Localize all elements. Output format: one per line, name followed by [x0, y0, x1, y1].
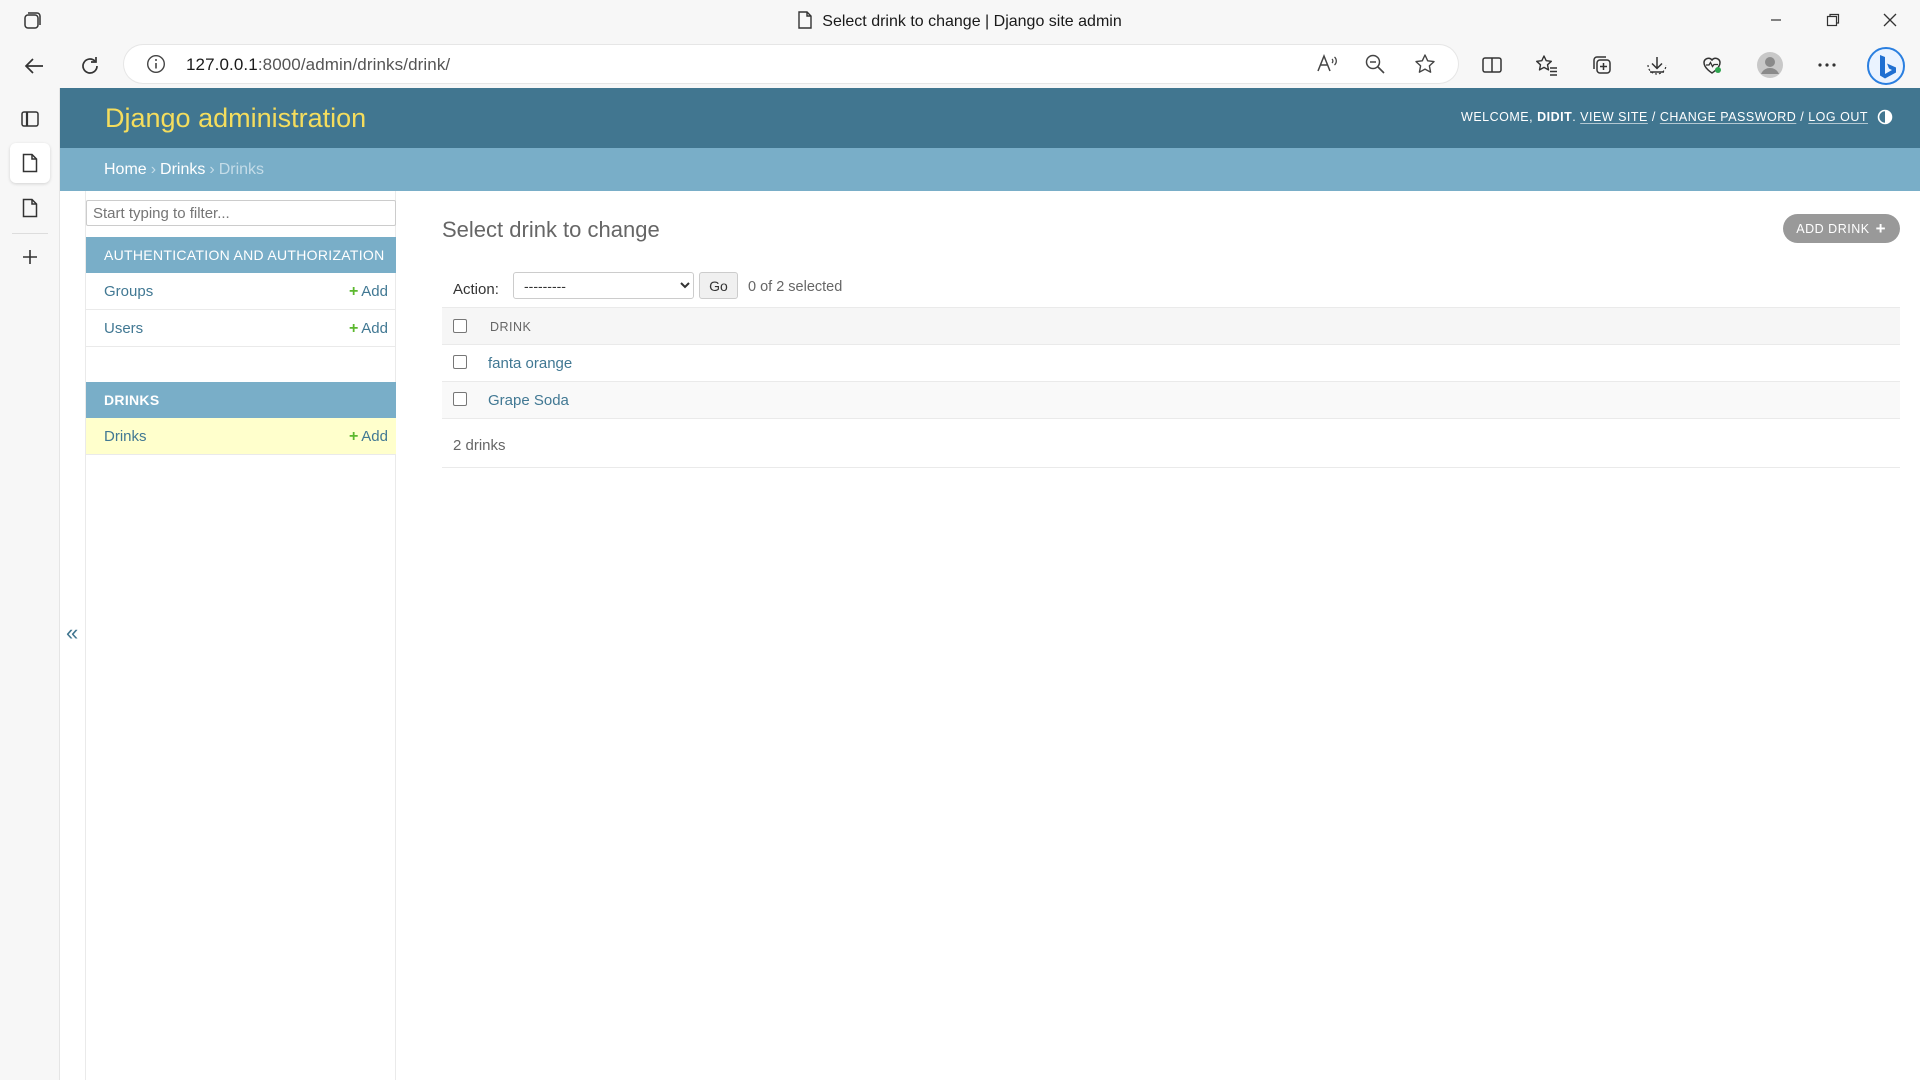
plus-icon: + [348, 320, 359, 337]
separator: / [1800, 110, 1805, 124]
actions-bar: Action: --------- Go 0 of 2 selected [442, 269, 1900, 307]
drinks-link[interactable]: Drinks [104, 428, 147, 445]
action-select[interactable]: --------- [513, 272, 694, 299]
breadcrumb-current: Drinks [218, 161, 265, 178]
row-checkbox[interactable] [453, 392, 467, 406]
sidebar-item-users: Users + Add [86, 310, 396, 347]
table-header-row: DRINK [442, 307, 1900, 345]
restore-button[interactable] [1810, 6, 1856, 34]
bing-copilot-icon[interactable] [1866, 46, 1906, 86]
add-label: Add [361, 283, 388, 300]
profile-avatar[interactable] [1756, 51, 1784, 79]
plus-icon: + [348, 428, 359, 445]
table-row: fanta orange [442, 345, 1900, 382]
table-row: Grape Soda [442, 382, 1900, 419]
page-title: Select drink to change [442, 217, 660, 242]
minimize-button[interactable] [1753, 6, 1799, 34]
result-count: 2 drinks [453, 437, 506, 454]
page-doc-icon [798, 11, 812, 34]
add-groups-link[interactable]: + Add [349, 283, 388, 301]
module-caption-auth[interactable]: AUTHENTICATION AND AUTHORIZATION [86, 237, 396, 273]
user-tools: WELCOME, DIDIT. VIEW SITE / CHANGE PASSW… [1461, 110, 1868, 124]
add-drinks-link[interactable]: + Add [349, 428, 388, 446]
drink-link[interactable]: fanta orange [488, 355, 572, 372]
add-users-link[interactable]: + Add [349, 320, 388, 338]
vertical-tab-active[interactable] [10, 143, 50, 183]
zoom-out-icon[interactable] [1364, 53, 1386, 75]
browser-titlebar: Select drink to change | Django site adm… [0, 0, 1920, 41]
breadcrumb-home[interactable]: Home [104, 161, 147, 178]
drink-link[interactable]: Grape Soda [488, 392, 569, 409]
log-out-link[interactable]: LOG OUT [1808, 110, 1868, 124]
change-password-link[interactable]: CHANGE PASSWORD [1660, 110, 1796, 124]
welcome-text: WELCOME, [1461, 110, 1534, 124]
address-bar[interactable]: 127.0.0.1:8000/admin/drinks/drink/ [124, 45, 1458, 83]
django-admin-page: Django administration WELCOME, DIDIT. VI… [60, 88, 1920, 1080]
back-button[interactable] [17, 49, 51, 83]
username: DIDIT [1537, 110, 1573, 124]
separator: / [1651, 110, 1656, 124]
admin-nav-sidebar: AUTHENTICATION AND AUTHORIZATION Groups … [85, 191, 396, 1080]
breadcrumb-separator: › [150, 161, 157, 178]
sidebar-item-groups: Groups + Add [86, 273, 396, 310]
url-text[interactable]: 127.0.0.1:8000/admin/drinks/drink/ [186, 55, 450, 75]
breadcrumb-separator: › [209, 161, 215, 178]
sidebar-divider [12, 233, 48, 234]
nav-filter-input[interactable] [86, 200, 396, 226]
vertical-tabs-sidebar [0, 88, 60, 1080]
column-header-drink[interactable]: DRINK [490, 320, 531, 334]
groups-link[interactable]: Groups [104, 283, 153, 300]
split-screen-icon[interactable] [1478, 51, 1506, 79]
view-site-link[interactable]: VIEW SITE [1580, 110, 1648, 124]
action-label: Action: [453, 281, 499, 298]
vertical-tab[interactable] [10, 188, 50, 228]
new-tab-icon[interactable] [10, 237, 50, 277]
read-aloud-icon[interactable] [1316, 53, 1338, 75]
breadcrumb: Home › Drinks › Drinks [60, 148, 1920, 191]
go-button[interactable]: Go [699, 272, 738, 299]
breadcrumb-app[interactable]: Drinks [160, 161, 205, 178]
add-label: Add [361, 428, 388, 445]
downloads-icon[interactable] [1643, 51, 1671, 79]
site-brand[interactable]: Django administration [105, 103, 366, 134]
browser-essentials-icon[interactable] [1698, 51, 1726, 79]
module-caption-drinks[interactable]: DRINKS [86, 382, 396, 418]
add-drink-label: ADD DRINK [1796, 222, 1870, 236]
paginator: 2 drinks [442, 420, 1900, 468]
reload-button[interactable] [73, 49, 107, 83]
plus-icon: + [1875, 219, 1886, 238]
window-title: Select drink to change | Django site adm… [0, 11, 1920, 34]
browser-toolbar: 127.0.0.1:8000/admin/drinks/drink/ [0, 41, 1920, 88]
theme-toggle-icon[interactable] [1877, 109, 1893, 125]
add-drink-button[interactable]: ADD DRINK + [1783, 214, 1900, 243]
tab-panel-icon[interactable] [10, 99, 50, 139]
favorite-star-icon[interactable] [1414, 53, 1436, 75]
sidebar-item-drinks: Drinks + Add [86, 418, 396, 455]
tab-title: Select drink to change | Django site adm… [822, 13, 1122, 30]
plus-icon: + [348, 283, 359, 300]
site-info-icon[interactable] [146, 54, 166, 79]
collections-icon[interactable] [1588, 51, 1616, 79]
selected-count: 0 of 2 selected [748, 279, 843, 295]
more-menu-icon[interactable] [1813, 51, 1841, 79]
toggle-nav-sidebar-button[interactable]: « [66, 620, 78, 646]
favorites-icon[interactable] [1533, 51, 1561, 79]
add-label: Add [361, 320, 388, 337]
admin-header: Django administration WELCOME, DIDIT. VI… [60, 88, 1920, 148]
users-link[interactable]: Users [104, 320, 143, 337]
row-checkbox[interactable] [453, 355, 467, 369]
select-all-checkbox[interactable] [453, 319, 467, 333]
close-window-button[interactable] [1867, 6, 1913, 34]
